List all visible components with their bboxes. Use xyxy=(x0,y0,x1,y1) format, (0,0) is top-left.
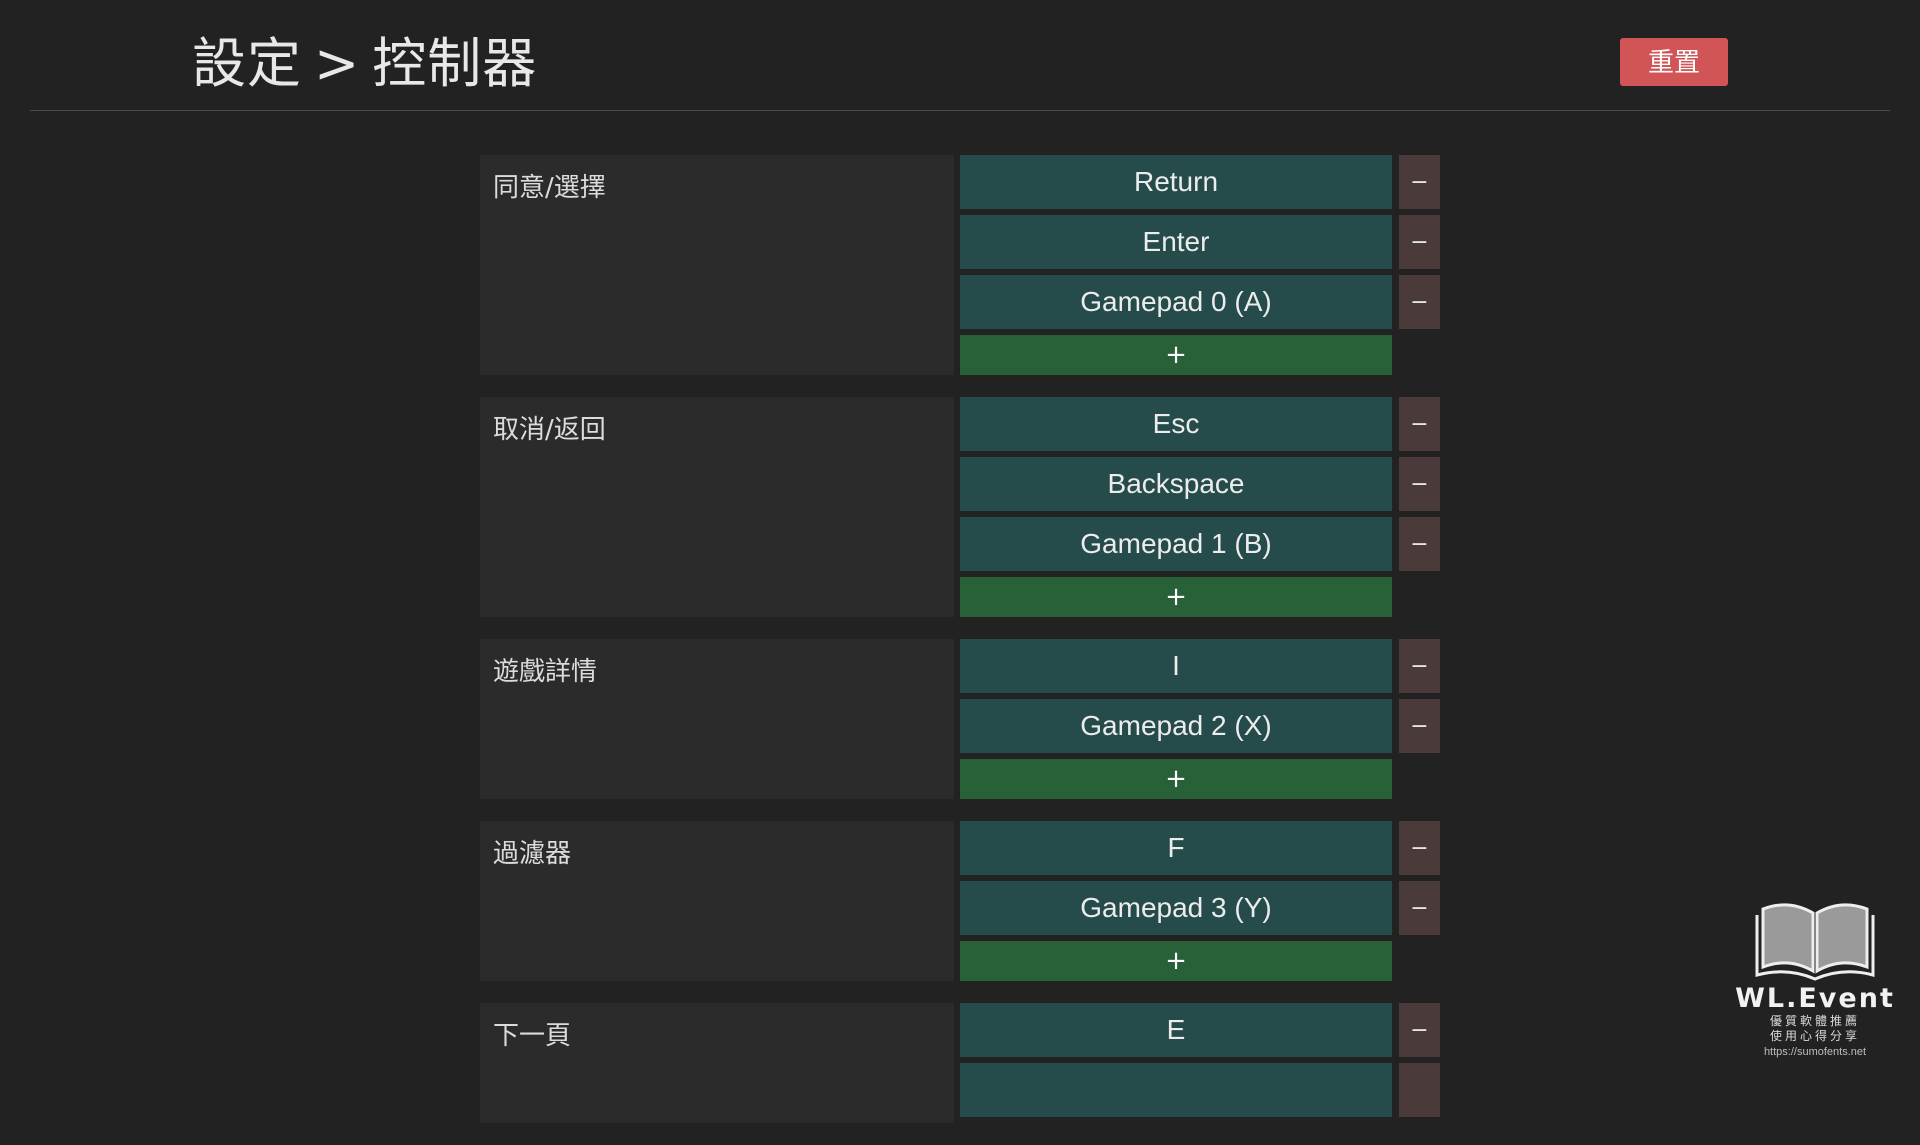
remove-binding-button[interactable]: − xyxy=(1399,397,1440,451)
binding-row: Backspace − xyxy=(960,457,1440,511)
binding-row: F − xyxy=(960,821,1440,875)
open-book-icon xyxy=(1755,903,1875,981)
control-group: 下一頁 E − xyxy=(480,1003,1440,1123)
binding-button[interactable]: Esc xyxy=(960,397,1392,451)
remove-binding-button[interactable] xyxy=(1399,1063,1440,1117)
binding-button[interactable] xyxy=(960,1063,1392,1117)
binding-row xyxy=(960,1063,1440,1117)
binding-button[interactable]: Gamepad 1 (B) xyxy=(960,517,1392,571)
binding-row: Gamepad 2 (X) − xyxy=(960,699,1440,753)
remove-binding-button[interactable]: − xyxy=(1399,821,1440,875)
controls-list: 同意/選擇 Return − Enter − Gamepad 0 (A) − +… xyxy=(480,155,1440,1145)
add-binding-button[interactable]: + xyxy=(960,335,1392,375)
watermark-line2: 使用心得分享 xyxy=(1769,1029,1860,1043)
binding-button[interactable]: Gamepad 3 (Y) xyxy=(960,881,1392,935)
binding-row: E − xyxy=(960,1003,1440,1057)
remove-binding-button[interactable]: − xyxy=(1399,1003,1440,1057)
breadcrumb-current: 控制器 xyxy=(372,32,538,95)
control-group: 過濾器 F − Gamepad 3 (Y) − + xyxy=(480,821,1440,981)
remove-binding-button[interactable]: − xyxy=(1399,881,1440,935)
add-binding-button[interactable]: + xyxy=(960,941,1392,981)
binding-button[interactable]: Return xyxy=(960,155,1392,209)
group-label: 取消/返回 xyxy=(480,397,954,617)
watermark-logo: WL.Event 優質軟體推薦 使用心得分享 https://sumofents… xyxy=(1720,895,1910,1075)
binding-list: E − xyxy=(960,1003,1440,1123)
group-label: 過濾器 xyxy=(480,821,954,981)
remove-binding-button[interactable]: − xyxy=(1399,639,1440,693)
watermark-url: https://sumofents.net xyxy=(1763,1046,1867,1058)
group-label: 遊戲詳情 xyxy=(480,639,954,799)
remove-binding-button[interactable]: − xyxy=(1399,517,1440,571)
control-group: 同意/選擇 Return − Enter − Gamepad 0 (A) − + xyxy=(480,155,1440,375)
binding-list: Return − Enter − Gamepad 0 (A) − + xyxy=(960,155,1440,375)
binding-button[interactable]: E xyxy=(960,1003,1392,1057)
binding-button[interactable]: Enter xyxy=(960,215,1392,269)
add-binding-button[interactable]: + xyxy=(960,759,1392,799)
breadcrumb-root: 設定 xyxy=(192,32,302,95)
binding-button[interactable]: Gamepad 0 (A) xyxy=(960,275,1392,329)
binding-button[interactable]: Gamepad 2 (X) xyxy=(960,699,1392,753)
control-group: 遊戲詳情 I − Gamepad 2 (X) − + xyxy=(480,639,1440,799)
binding-list: I − Gamepad 2 (X) − + xyxy=(960,639,1440,799)
watermark-line1: 優質軟體推薦 xyxy=(1769,1014,1860,1028)
binding-row: Esc − xyxy=(960,397,1440,451)
binding-row: Gamepad 1 (B) − xyxy=(960,517,1440,571)
binding-row: I − xyxy=(960,639,1440,693)
group-label: 同意/選擇 xyxy=(480,155,954,375)
remove-binding-button[interactable]: − xyxy=(1399,699,1440,753)
watermark-brand: WL.Event xyxy=(1735,983,1895,1014)
binding-button[interactable]: I xyxy=(960,639,1392,693)
binding-row: Return − xyxy=(960,155,1440,209)
binding-button[interactable]: F xyxy=(960,821,1392,875)
binding-list: Esc − Backspace − Gamepad 1 (B) − + xyxy=(960,397,1440,617)
binding-row: Enter − xyxy=(960,215,1440,269)
header: 設定 > 控制器 重置 xyxy=(0,0,1920,112)
add-binding-button[interactable]: + xyxy=(960,577,1392,617)
control-group: 取消/返回 Esc − Backspace − Gamepad 1 (B) − … xyxy=(480,397,1440,617)
header-divider xyxy=(30,110,1890,111)
remove-binding-button[interactable]: − xyxy=(1399,155,1440,209)
binding-list: F − Gamepad 3 (Y) − + xyxy=(960,821,1440,981)
group-label: 下一頁 xyxy=(480,1003,954,1123)
remove-binding-button[interactable]: − xyxy=(1399,457,1440,511)
breadcrumb-separator: > xyxy=(314,32,361,95)
reset-button[interactable]: 重置 xyxy=(1620,38,1728,86)
binding-button[interactable]: Backspace xyxy=(960,457,1392,511)
page-title: 設定 > 控制器 xyxy=(192,28,537,100)
remove-binding-button[interactable]: − xyxy=(1399,275,1440,329)
remove-binding-button[interactable]: − xyxy=(1399,215,1440,269)
binding-row: Gamepad 0 (A) − xyxy=(960,275,1440,329)
binding-row: Gamepad 3 (Y) − xyxy=(960,881,1440,935)
